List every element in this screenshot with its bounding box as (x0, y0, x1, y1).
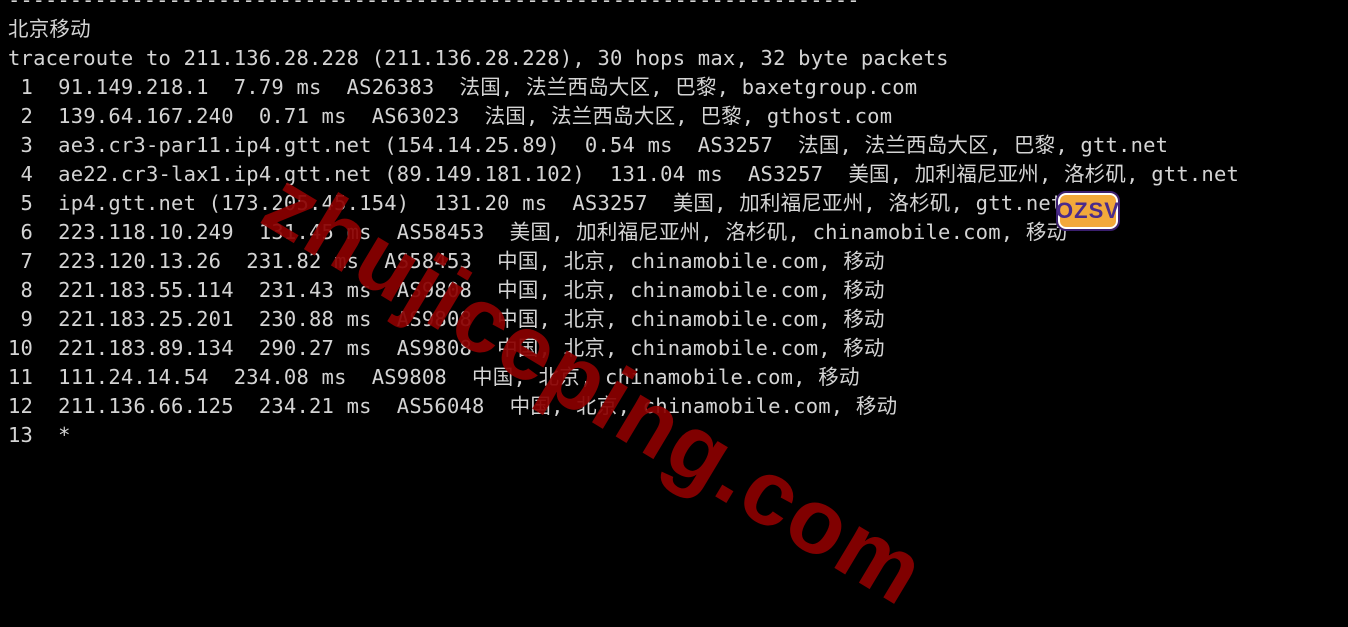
hop-line: 5 ip4.gtt.net (173.205.45.154) 131.20 ms… (8, 191, 1064, 215)
hop-line: 4 ae22.cr3-lax1.ip4.gtt.net (89.149.181.… (8, 162, 1240, 186)
hop-line: 11 111.24.14.54 234.08 ms AS9808 中国, 北京,… (8, 365, 860, 389)
hop-line: 9 221.183.25.201 230.88 ms AS9808 中国, 北京… (8, 307, 885, 331)
section-title: 北京移动 (8, 17, 91, 41)
hop-line: 2 139.64.167.240 0.71 ms AS63023 法国, 法兰西… (8, 104, 893, 128)
separator-line: ----------------------------------------… (8, 0, 860, 12)
traceroute-header: traceroute to 211.136.28.228 (211.136.28… (8, 46, 949, 70)
hop-line: 6 223.118.10.249 131.45 ms AS58453 美国, 加… (8, 220, 1068, 244)
hop-line: 10 221.183.89.134 290.27 ms AS9808 中国, 北… (8, 336, 885, 360)
hop-line: 8 221.183.55.114 231.43 ms AS9808 中国, 北京… (8, 278, 885, 302)
hop-line: 12 211.136.66.125 234.21 ms AS56048 中国, … (8, 394, 898, 418)
terminal-output: ----------------------------------------… (8, 0, 1344, 450)
hop-line: 13 * (8, 423, 71, 447)
hop-line: 3 ae3.cr3-par11.ip4.gtt.net (154.14.25.8… (8, 133, 1169, 157)
hop-line: 1 91.149.218.1 7.79 ms AS26383 法国, 法兰西岛大… (8, 75, 918, 99)
hop-line: 7 223.120.13.26 231.82 ms AS58453 中国, 北京… (8, 249, 885, 273)
